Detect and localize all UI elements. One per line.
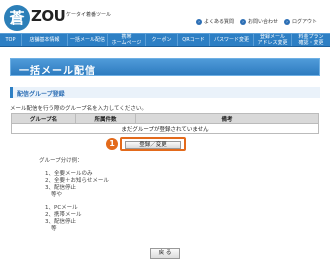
- empty-message: まだグループが登録されていません: [11, 123, 319, 134]
- logout-link[interactable]: › ログアウト: [284, 18, 317, 25]
- site-header: 蒼 ZOU ケータイ着番ツール › よくある質問 › お問い合わせ › ログアウ…: [0, 0, 330, 33]
- header-links: › よくある質問 › お問い合わせ › ログアウト: [196, 18, 317, 25]
- section-header: 配信グループ登録: [10, 87, 320, 98]
- list-item: 3、配信停止: [45, 219, 76, 225]
- step-badge: 1: [106, 138, 118, 150]
- instruction-text: メール配信を行う際のグループ名を入力してください。: [10, 106, 147, 112]
- grouping-examples: グループ分け例： 1、全要メールのみ 2、全要＋お知らせメール 3、配信停止 等…: [39, 158, 109, 233]
- logo-icon[interactable]: 蒼: [4, 5, 30, 31]
- nav-qr-code[interactable]: QRコード: [178, 34, 210, 46]
- nav-plan-change[interactable]: 料金プラン 確認・変更: [292, 34, 330, 46]
- register-change-button[interactable]: 登録／変更: [125, 141, 181, 149]
- contact-link-label: お問い合わせ: [248, 19, 279, 25]
- nav-store-info[interactable]: 店舗基本情報: [22, 34, 68, 46]
- group-table: グループ名 所属件数 備考 まだグループが登録されていません: [11, 113, 319, 134]
- page-title-bar: 一括メール配信: [10, 58, 320, 77]
- arrow-icon: ›: [196, 18, 202, 25]
- nav-top[interactable]: TOP: [0, 34, 22, 46]
- table-row: まだグループが登録されていません: [11, 123, 319, 134]
- list-item: 2、全要＋お知らせメール: [45, 178, 109, 184]
- nav-coupon[interactable]: クーポン: [146, 34, 178, 46]
- list-item: 3、配信停止: [45, 185, 76, 191]
- faq-link[interactable]: › よくある質問: [196, 18, 234, 25]
- section-title: 配信グループ登録: [17, 91, 65, 98]
- nav-bulk-mail[interactable]: 一括メール配信: [68, 34, 108, 46]
- arrow-icon: ›: [284, 18, 291, 25]
- brand-name[interactable]: ZOU: [31, 7, 66, 25]
- back-button[interactable]: 戻 る: [150, 248, 180, 259]
- col-group-name: グループ名: [11, 113, 76, 124]
- logout-link-label: ログアウト: [292, 19, 318, 25]
- list-item: 等: [51, 226, 57, 232]
- nav-password-change[interactable]: パスワード変更: [210, 34, 254, 46]
- nav-email-change[interactable]: 登録メール アドレス変更: [254, 34, 292, 46]
- brand-tagline: ケータイ着番ツール: [66, 12, 112, 18]
- page-title: 一括メール配信: [19, 66, 96, 77]
- contact-link[interactable]: › お問い合わせ: [240, 18, 278, 25]
- list-item: 1、全要メールのみ: [45, 171, 93, 177]
- list-item: 1、PCメール: [45, 205, 78, 211]
- arrow-icon: ›: [240, 18, 247, 25]
- register-button-highlight: 登録／変更: [120, 137, 186, 151]
- list-item: 等や: [51, 192, 63, 198]
- col-notes: 備考: [135, 113, 319, 124]
- col-member-count: 所属件数: [75, 113, 136, 124]
- table-header-row: グループ名 所属件数 備考: [11, 113, 319, 124]
- list-item: 2、携帯メール: [45, 212, 82, 218]
- faq-link-label: よくある質問: [204, 19, 235, 25]
- examples-heading: グループ分け例：: [39, 158, 83, 164]
- main-nav: TOP 店舗基本情報 一括メール配信 携帯 ホームページ クーポン QRコード …: [0, 33, 330, 47]
- nav-mobile-homepage[interactable]: 携帯 ホームページ: [108, 34, 146, 46]
